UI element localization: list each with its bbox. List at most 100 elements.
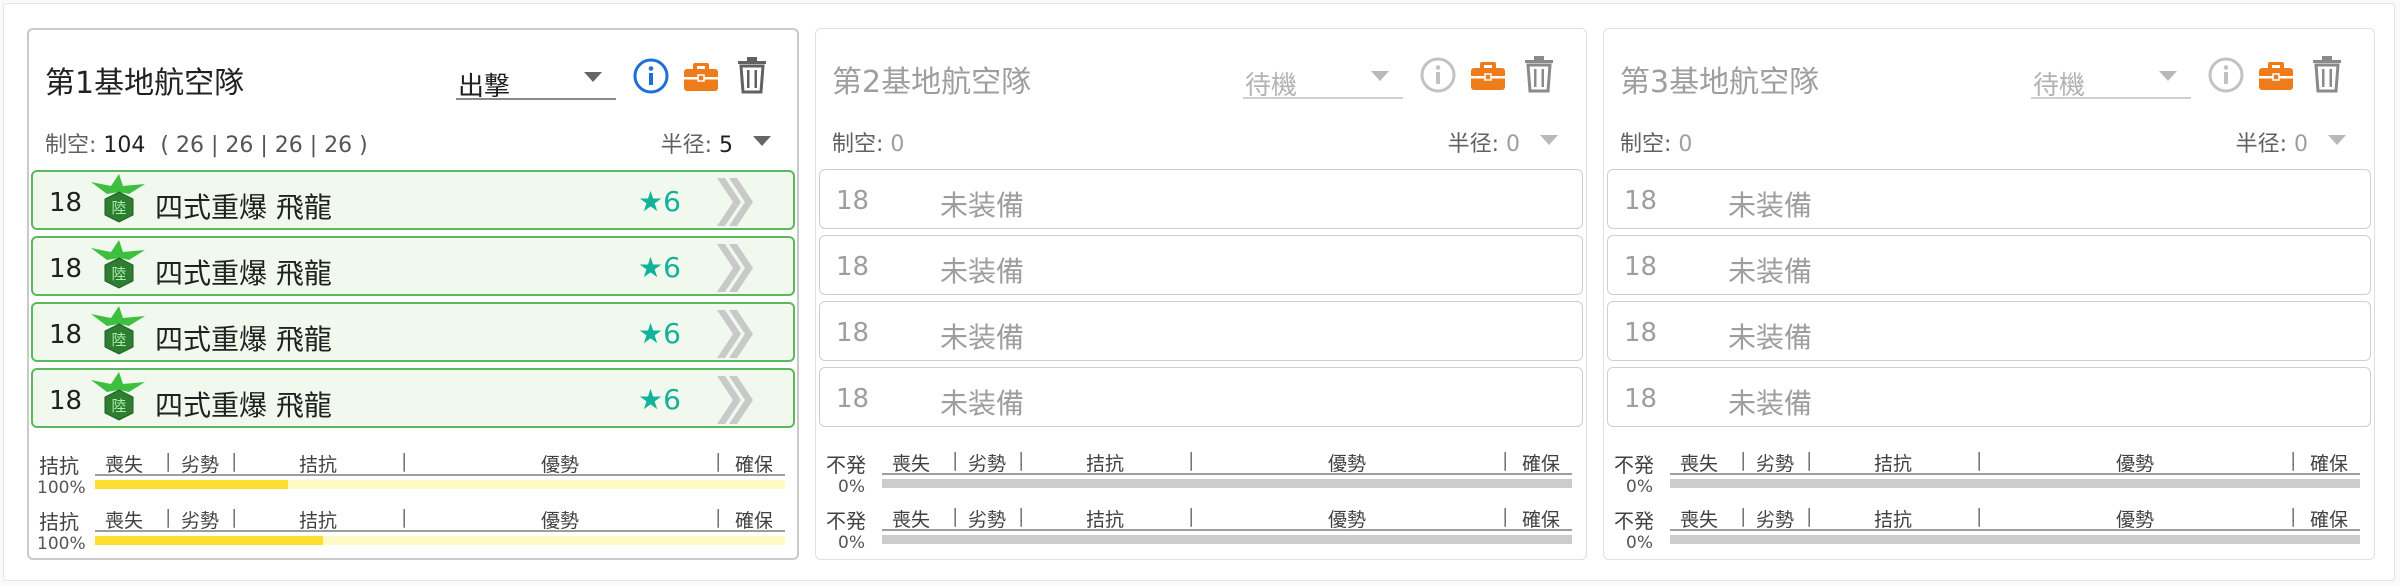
fleet-stats: 制空: 104 ( 26 | 26 | 26 | 26 ) 半径: 5 bbox=[45, 127, 785, 159]
slot-count: 18 bbox=[836, 384, 870, 414]
mode-value: 待機 bbox=[2033, 71, 2086, 101]
equipment-slot[interactable]: 18 未装備 bbox=[819, 169, 1583, 229]
chevron-down-icon[interactable] bbox=[2328, 135, 2346, 145]
svg-text:陸: 陸 bbox=[111, 397, 126, 415]
slot-name: 四式重爆 飛龍 bbox=[155, 191, 332, 224]
trash-icon[interactable] bbox=[2310, 54, 2344, 94]
air-state-bar: 拮抗 100% 喪失 | 劣勢 | 拮抗 | 優勢 | 確保 bbox=[29, 450, 799, 508]
radius-label: 半径: bbox=[1447, 132, 1499, 157]
slot-count: 18 bbox=[1624, 318, 1658, 348]
chevron-down-icon bbox=[2159, 71, 2177, 81]
equipment-slot[interactable]: 18 陸 四式重爆 飛龍 ★6 bbox=[31, 302, 795, 362]
radius-display: 半径: 0 bbox=[1448, 126, 1520, 158]
scale-baseline bbox=[95, 474, 785, 476]
air-state-scale: 喪失 | 劣勢 | 拮抗 | 優勢 | 確保 bbox=[882, 505, 1572, 531]
info-icon[interactable] bbox=[632, 57, 670, 95]
info-icon[interactable] bbox=[1419, 56, 1457, 94]
scale-superiority: 優勢 bbox=[2116, 509, 2155, 531]
briefcase-icon[interactable] bbox=[2256, 56, 2296, 94]
improvement-stars: ★6 bbox=[638, 251, 681, 284]
equipment-slot[interactable]: 18 未装備 bbox=[1607, 367, 2371, 427]
slot-name: 未装備 bbox=[1728, 255, 1813, 288]
proficiency-chevron-icon bbox=[717, 244, 753, 292]
slot-name: 四式重爆 飛龍 bbox=[155, 389, 332, 422]
air-state-track bbox=[1670, 479, 2360, 488]
scale-baseline bbox=[1670, 473, 2360, 475]
fleet-stats: 制空: 0 半径: 0 bbox=[832, 126, 1572, 158]
info-icon[interactable] bbox=[2207, 56, 2245, 94]
air-state-percent: 0% bbox=[1626, 533, 1653, 553]
scale-loss: 喪失 bbox=[1680, 453, 1719, 475]
slot-name: 未装備 bbox=[1728, 387, 1813, 420]
equipment-slot[interactable]: 18 陸 四式重爆 飛龍 ★6 bbox=[31, 368, 795, 428]
slot-name: 未装備 bbox=[1728, 189, 1813, 222]
scale-parity: 拮抗 bbox=[1874, 509, 1913, 531]
scale-baseline bbox=[882, 529, 1572, 531]
equipment-slot[interactable]: 18 未装備 bbox=[819, 301, 1583, 361]
trash-icon[interactable] bbox=[1522, 54, 1556, 94]
scale-loss: 喪失 bbox=[892, 509, 931, 531]
briefcase-icon[interactable] bbox=[1468, 56, 1508, 94]
plane-icon: 陸 bbox=[91, 372, 145, 421]
equipment-slot[interactable]: 18 未装備 bbox=[1607, 235, 2371, 295]
air-power-value: 0 bbox=[890, 132, 905, 157]
slot-name: 未装備 bbox=[940, 255, 1025, 288]
svg-text:陸: 陸 bbox=[111, 265, 126, 283]
scale-supremacy: 確保 bbox=[2310, 509, 2349, 531]
radius-value: 0 bbox=[1506, 132, 1520, 157]
scale-parity: 拮抗 bbox=[299, 454, 338, 476]
scale-loss: 喪失 bbox=[105, 510, 144, 532]
svg-text:陸: 陸 bbox=[111, 199, 126, 217]
scale-separator: | bbox=[715, 450, 722, 472]
slot-count: 18 bbox=[49, 188, 83, 218]
radius-label: 半径: bbox=[660, 133, 712, 158]
radius-display: 半径: 5 bbox=[661, 127, 733, 159]
fleet-title: 第1基地航空隊 bbox=[45, 66, 245, 101]
scale-parity: 拮抗 bbox=[1874, 453, 1913, 475]
equipment-slot[interactable]: 18 陸 四式重爆 飛龍 ★6 bbox=[31, 236, 795, 296]
scale-separator: | bbox=[1502, 449, 1509, 471]
scale-parity: 拮抗 bbox=[1086, 509, 1125, 531]
scale-denial: 劣勢 bbox=[968, 453, 1007, 475]
air-state-percent: 0% bbox=[838, 533, 865, 553]
improvement-stars: ★6 bbox=[638, 383, 681, 416]
scale-separator: | bbox=[1976, 449, 1983, 471]
scale-loss: 喪失 bbox=[892, 453, 931, 475]
base-air-corps-1: 第1基地航空隊 出撃 制空: 104 ( 26 | 26 | 26 | 26)… bbox=[27, 28, 799, 560]
scale-separator: | bbox=[165, 450, 172, 472]
scale-separator: | bbox=[165, 506, 172, 528]
trash-icon[interactable] bbox=[735, 55, 769, 95]
proficiency-chevron-icon bbox=[717, 310, 753, 358]
equipment-slot[interactable]: 18 陸 四式重爆 飛龍 ★6 bbox=[31, 170, 795, 230]
scale-separator: | bbox=[401, 506, 408, 528]
scale-supremacy: 確保 bbox=[2310, 453, 2349, 475]
air-power-breakdown: ( 26 | 26 | 26 | 26 ) bbox=[160, 133, 368, 158]
equipment-slot[interactable]: 18 未装備 bbox=[819, 367, 1583, 427]
mode-select[interactable]: 出撃 bbox=[456, 56, 616, 102]
equipment-slot[interactable]: 18 未装備 bbox=[1607, 169, 2371, 229]
air-state-scale: 喪失 | 劣勢 | 拮抗 | 優勢 | 確保 bbox=[1670, 505, 2360, 531]
air-state-scale: 喪失 | 劣勢 | 拮抗 | 優勢 | 確保 bbox=[95, 506, 785, 532]
scale-denial: 劣勢 bbox=[1756, 453, 1795, 475]
mode-select[interactable]: 待機 bbox=[1243, 55, 1403, 101]
fleet-stats: 制空: 0 半径: 0 bbox=[1620, 126, 2360, 158]
improvement-stars: ★6 bbox=[638, 185, 681, 218]
scale-denial: 劣勢 bbox=[181, 510, 220, 532]
air-state-scale: 喪失 | 劣勢 | 拮抗 | 優勢 | 確保 bbox=[95, 450, 785, 476]
mode-select[interactable]: 待機 bbox=[2031, 55, 2191, 101]
air-state-fill bbox=[95, 536, 323, 545]
equipment-slot[interactable]: 18 未装備 bbox=[1607, 301, 2371, 361]
chevron-down-icon[interactable] bbox=[1540, 135, 1558, 145]
slot-name: 未装備 bbox=[940, 189, 1025, 222]
briefcase-icon[interactable] bbox=[681, 57, 721, 95]
chevron-down-icon[interactable] bbox=[753, 136, 771, 146]
slot-count: 18 bbox=[836, 318, 870, 348]
equipment-slot[interactable]: 18 未装備 bbox=[819, 235, 1583, 295]
scale-separator: | bbox=[231, 506, 238, 528]
air-state-bar: 不発 0% 喪失 | 劣勢 | 拮抗 | 優勢 | 確保 bbox=[816, 449, 1586, 507]
air-state-track bbox=[882, 479, 1572, 488]
air-state-bar: 拮抗 100% 喪失 | 劣勢 | 拮抗 | 優勢 | 確保 bbox=[29, 506, 799, 564]
air-power-label: 制空: bbox=[45, 133, 97, 158]
scale-denial: 劣勢 bbox=[1756, 509, 1795, 531]
slot-count: 18 bbox=[836, 252, 870, 282]
